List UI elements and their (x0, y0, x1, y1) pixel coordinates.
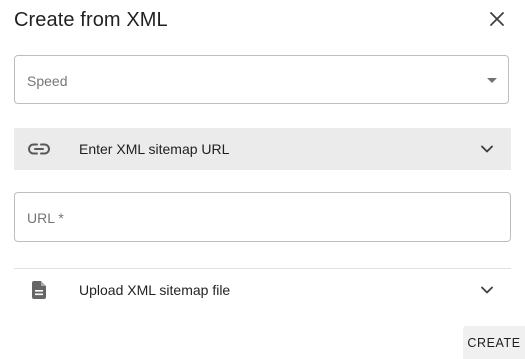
chevron-down-icon[interactable] (477, 280, 497, 300)
file-section-header[interactable]: Upload XML sitemap file (14, 268, 511, 310)
create-from-xml-dialog: Create from XML Speed Enter XML sitemap … (0, 0, 525, 359)
close-icon (490, 11, 504, 31)
create-button[interactable]: CREATE (463, 326, 525, 359)
url-section-label: Enter XML sitemap URL (79, 141, 230, 157)
dialog-title: Create from XML (14, 9, 168, 31)
link-icon (27, 137, 51, 161)
url-input-placeholder: URL * (27, 210, 64, 226)
caret-down-icon (487, 78, 497, 83)
speed-select-placeholder: Speed (27, 73, 68, 89)
close-button[interactable] (484, 8, 510, 34)
speed-select[interactable]: Speed (14, 55, 509, 104)
file-section-label: Upload XML sitemap file (79, 282, 231, 298)
url-section-header[interactable]: Enter XML sitemap URL (14, 128, 511, 170)
file-icon (27, 278, 51, 302)
chevron-down-icon[interactable] (477, 139, 497, 159)
url-input[interactable]: URL * (14, 192, 511, 242)
